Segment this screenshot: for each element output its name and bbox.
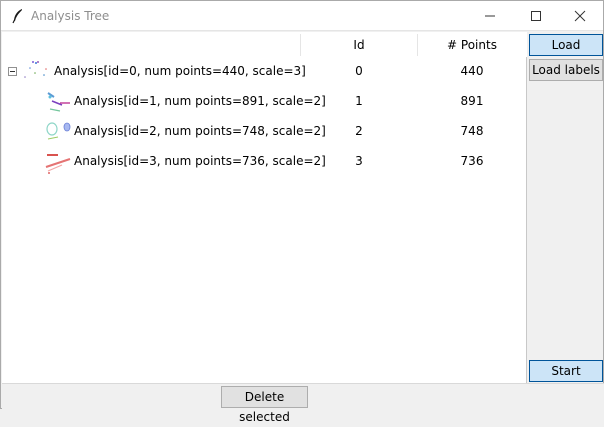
tree-row-label: Analysis[id=2, num points=748, scale=2] <box>74 124 326 138</box>
load-button[interactable]: Load <box>529 34 603 56</box>
analysis-tree-window: Analysis Tree Id # Points Analysis[id=0,… <box>0 0 604 424</box>
delete-selected-button[interactable]: Delete selected <box>221 386 308 424</box>
analysis-thumbnail-icon <box>45 154 71 174</box>
maximize-icon <box>531 11 541 21</box>
column-header-id[interactable]: Id <box>301 38 417 52</box>
tree-row-label: Analysis[id=0, num points=440, scale=3] <box>54 64 306 78</box>
tree-row[interactable]: Analysis[id=1, num points=891, scale=2] … <box>2 87 527 117</box>
column-header-points[interactable]: # Points <box>418 38 526 52</box>
analysis-thumbnail-icon <box>46 122 71 140</box>
minus-box-icon[interactable] <box>8 67 17 76</box>
analysis-thumbnail-icon <box>47 92 70 112</box>
title-bar[interactable]: Analysis Tree <box>1 1 603 31</box>
tree-row-points: 748 <box>460 124 484 138</box>
tree-row-id: 3 <box>355 154 363 168</box>
close-button[interactable] <box>557 1 603 31</box>
tree-row[interactable]: Analysis[id=3, num points=736, scale=2] … <box>2 147 527 177</box>
tree-row-points: 440 <box>460 64 484 78</box>
tree-row-id: 1 <box>355 94 363 108</box>
minimize-icon <box>485 15 495 17</box>
analysis-tree-view[interactable]: Id # Points Analysis[id=0, num points=44… <box>2 32 527 383</box>
tree-row-points: 891 <box>460 94 484 108</box>
feather-icon <box>11 8 25 24</box>
minimize-button[interactable] <box>467 1 513 31</box>
tree-row-label: Analysis[id=1, num points=891, scale=2] <box>74 94 326 108</box>
maximize-button[interactable] <box>513 1 559 31</box>
window-title: Analysis Tree <box>31 9 110 23</box>
tree-row-label: Analysis[id=3, num points=736, scale=2] <box>74 154 326 168</box>
tree-row-points: 736 <box>460 154 484 168</box>
close-icon <box>574 10 586 22</box>
load-labels-button[interactable]: Load labels <box>529 59 603 81</box>
analysis-thumbnail-icon <box>24 61 47 78</box>
tree-row-id: 2 <box>355 124 363 138</box>
tree-row-id: 0 <box>355 64 363 78</box>
footer-bar: Delete selected <box>2 383 604 424</box>
tree-row[interactable]: Analysis[id=0, num points=440, scale=3] … <box>2 57 527 87</box>
tree-header: Id # Points <box>2 32 527 57</box>
start-button[interactable]: Start <box>529 360 603 382</box>
tree-row[interactable]: Analysis[id=2, num points=748, scale=2] … <box>2 117 527 147</box>
